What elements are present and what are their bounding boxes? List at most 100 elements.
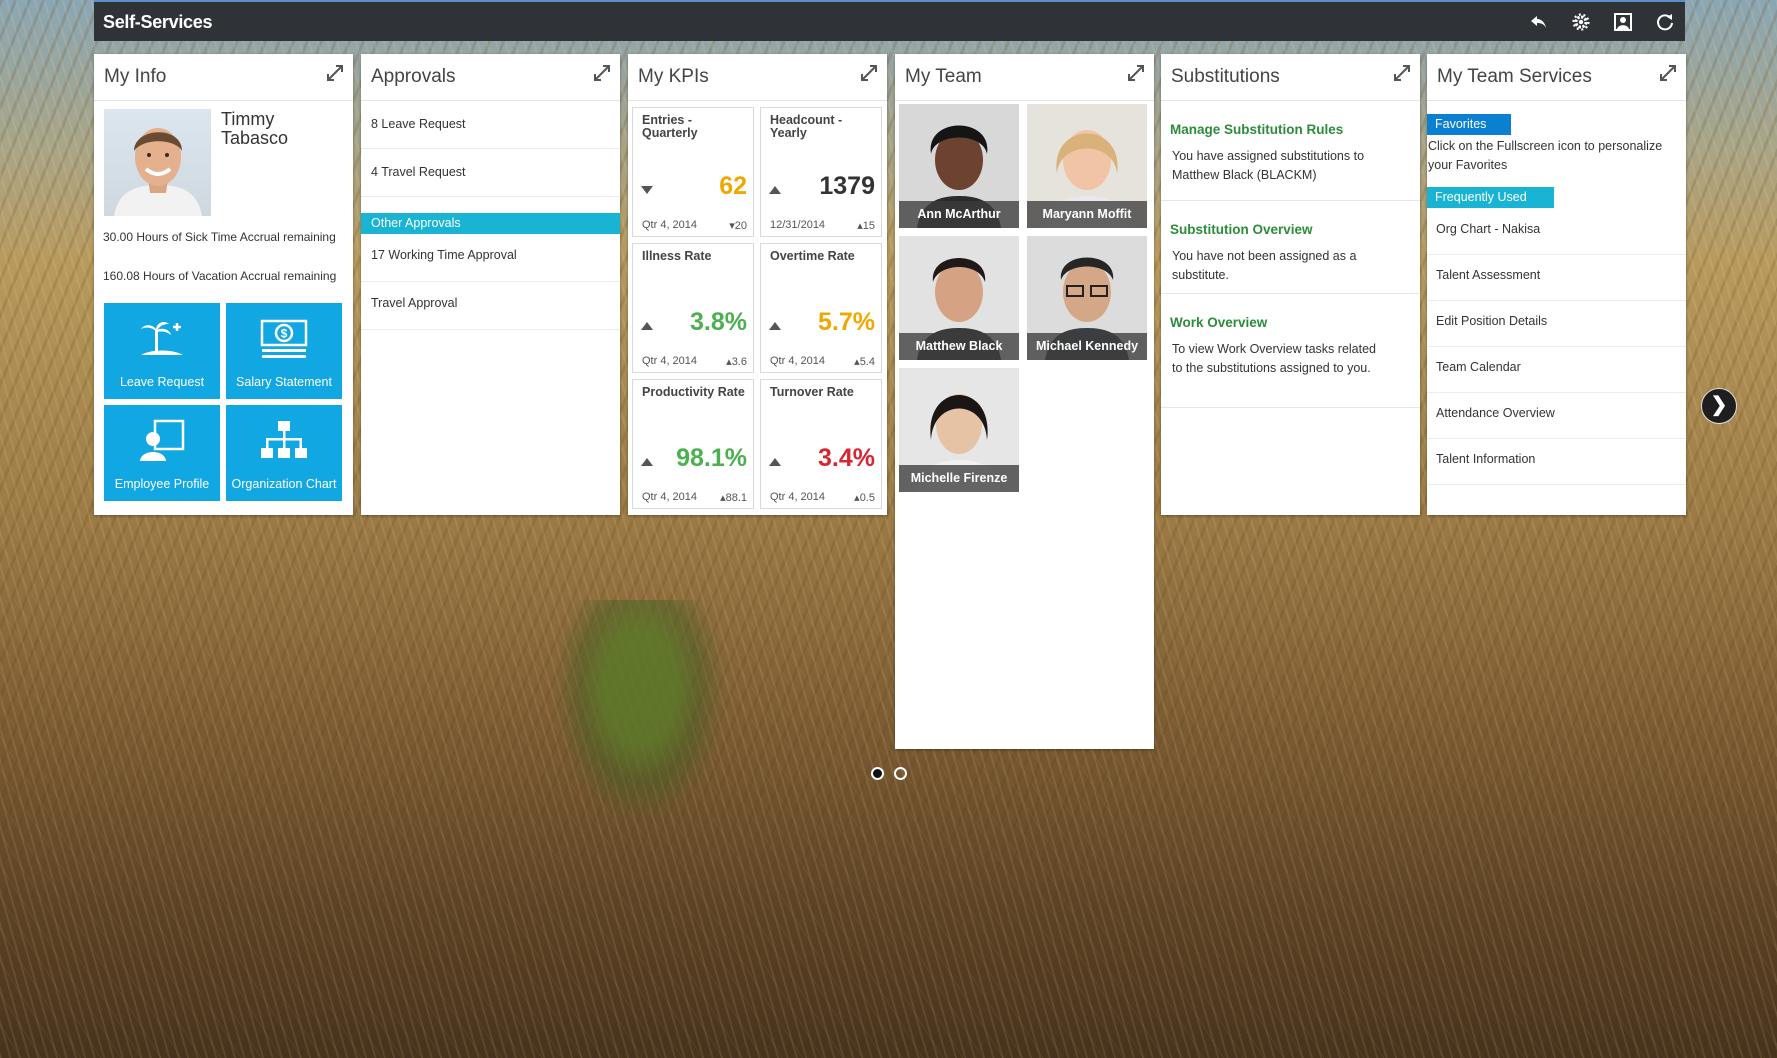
kpi-period: Qtr 4, 2014 [642, 219, 698, 231]
approval-item-working-time[interactable]: 17 Working Time Approval [361, 234, 620, 282]
other-approvals-header: Other Approvals [361, 213, 620, 234]
team-member-card[interactable]: Matthew Black [899, 236, 1019, 360]
kpi-card[interactable]: Entries - Quarterly 62 Qtr 4, 2014 ▾20 [632, 107, 754, 237]
service-item[interactable]: Talent Assessment [1427, 255, 1686, 301]
member-name: Maryann Moffit [1027, 201, 1147, 228]
kpi-delta: ▴15 [857, 220, 875, 232]
service-item[interactable]: Talent Information [1427, 439, 1686, 485]
my-team-tile[interactable]: My Team Ann McArthur Maryann Moffit Matt… [895, 54, 1154, 749]
my-info-tile[interactable]: My Info Timmy Tabasco 30.00 Hours of Sic… [94, 54, 353, 515]
favorites-badge: Favorites [1427, 114, 1511, 135]
expand-icon[interactable] [326, 64, 344, 82]
expand-icon[interactable] [1659, 64, 1677, 82]
kpi-delta: ▴3.6 [726, 356, 747, 368]
substitution-overview-link[interactable]: Substitution Overview [1170, 222, 1313, 237]
approval-item-travel-approval[interactable]: Travel Approval [361, 282, 620, 330]
kpi-trend-icon [769, 322, 781, 330]
sick-time-accrual: 30.00 Hours of Sick Time Accrual remaini… [103, 230, 336, 244]
kpi-value: 3.8% [690, 308, 747, 336]
approvals-tile[interactable]: Approvals 8 Leave Request 4 Travel Reque… [361, 54, 620, 515]
page-dot-1[interactable] [871, 767, 884, 780]
kpi-value: 62 [719, 172, 747, 200]
tile-title: My Team Services [1437, 66, 1592, 87]
kpi-value: 98.1% [676, 444, 747, 472]
kpi-card[interactable]: Productivity Rate 98.1% Qtr 4, 2014 ▴88.1 [632, 379, 754, 509]
kpi-title: Entries - Quarterly [642, 113, 698, 140]
kpi-period: Qtr 4, 2014 [770, 491, 826, 503]
member-name: Matthew Black [899, 333, 1019, 360]
team-member-card[interactable]: Maryann Moffit [1027, 104, 1147, 228]
app-tile-label: Employee Profile [114, 477, 210, 491]
organization-chart-tile[interactable]: Organization Chart [226, 405, 342, 501]
kpi-period: Qtr 4, 2014 [642, 355, 698, 367]
tile-title: My Info [104, 66, 167, 87]
profile-icon [140, 419, 185, 461]
salary-statement-tile[interactable]: $ Salary Statement [226, 303, 342, 399]
service-item[interactable]: Attendance Overview [1427, 393, 1686, 439]
tile-title: My Team [905, 66, 982, 87]
team-member-card[interactable]: Michael Kennedy [1027, 236, 1147, 360]
employee-profile-tile[interactable]: Employee Profile [104, 405, 220, 501]
profile-name: Timmy Tabasco [221, 109, 289, 148]
member-name: Michelle Firenze [899, 465, 1019, 492]
expand-icon[interactable] [860, 64, 878, 82]
my-kpis-tile[interactable]: My KPIs Entries - Quarterly 62 Qtr 4, 2014… [628, 54, 887, 515]
background-foliage [555, 600, 725, 820]
team-member-card[interactable]: Michelle Firenze [899, 368, 1019, 492]
favorites-hint: Click on the Fullscreen icon to personal… [1428, 139, 1663, 172]
back-icon[interactable] [1527, 10, 1551, 34]
my-team-services-tile[interactable]: My Team Services Favorites Click on the … [1427, 54, 1686, 515]
app-tile-label: Organization Chart [231, 477, 337, 491]
approval-item-travel[interactable]: 4 Travel Request [361, 149, 620, 197]
settings-icon[interactable] [1569, 10, 1593, 34]
expand-icon[interactable] [593, 64, 611, 82]
palm-tree-icon [141, 321, 183, 355]
substitution-block: Work Overview To view Work Overview task… [1161, 294, 1420, 408]
expand-icon[interactable] [1393, 64, 1411, 82]
kpi-trend-icon [769, 186, 781, 194]
service-item[interactable]: Edit Position Details [1427, 301, 1686, 347]
substitution-text: You have not been assigned as a substitu… [1172, 249, 1357, 282]
shell-header: Self-Services [94, 0, 1685, 41]
tile-title: My KPIs [638, 66, 709, 87]
substitutions-tile[interactable]: Substitutions Manage Substitution Rules … [1161, 54, 1420, 515]
app-title: Self-Services [103, 12, 213, 32]
kpi-title: Headcount - Yearly [770, 113, 843, 140]
kpi-card[interactable]: Headcount - Yearly 1379 12/31/2014 ▴15 [760, 107, 882, 237]
substitution-block: Manage Substitution Rules You have assig… [1161, 101, 1420, 201]
substitution-block: Substitution Overview You have not been … [1161, 201, 1420, 294]
kpi-card[interactable]: Illness Rate 3.8% Qtr 4, 2014 ▴3.6 [632, 243, 754, 373]
kpi-title: Illness Rate [642, 249, 712, 263]
kpi-value: 1379 [819, 172, 875, 200]
work-overview-link[interactable]: Work Overview [1170, 315, 1267, 330]
next-page-arrow-icon[interactable]: ❯ [1701, 388, 1737, 424]
tile-title: Approvals [371, 66, 456, 87]
svg-text:$: $ [281, 327, 288, 341]
kpi-period: Qtr 4, 2014 [770, 355, 826, 367]
service-item[interactable]: Team Calendar [1427, 347, 1686, 393]
kpi-delta: ▴5.4 [854, 356, 875, 368]
kpi-trend-icon [641, 458, 653, 466]
manage-substitution-rules-link[interactable]: Manage Substitution Rules [1170, 122, 1343, 137]
approval-item-leave[interactable]: 8 Leave Request [361, 101, 620, 149]
page-dot-2[interactable] [894, 767, 907, 780]
kpi-delta: ▾20 [729, 220, 747, 232]
kpi-title: Productivity Rate [642, 385, 745, 399]
kpi-value: 5.7% [818, 308, 875, 336]
refresh-icon[interactable] [1653, 10, 1677, 34]
app-tile-label: Salary Statement [236, 375, 332, 389]
kpi-card[interactable]: Overtime Rate 5.7% Qtr 4, 2014 ▴5.4 [760, 243, 882, 373]
kpi-card[interactable]: Turnover Rate 3.4% Qtr 4, 2014 ▴0.5 [760, 379, 882, 509]
team-member-card[interactable]: Ann McArthur [899, 104, 1019, 228]
kpi-value: 3.4% [818, 444, 875, 472]
service-item[interactable]: Org Chart - Nakisa [1427, 209, 1686, 255]
personalize-icon[interactable] [1611, 10, 1635, 34]
frequently-used-badge: Frequently Used [1427, 187, 1554, 208]
vacation-accrual: 160.08 Hours of Vacation Accrual remaini… [103, 269, 337, 283]
leave-request-tile[interactable]: Leave Request [104, 303, 220, 399]
expand-icon[interactable] [1127, 64, 1145, 82]
org-chart-icon [261, 421, 307, 458]
money-icon: $ [260, 319, 308, 358]
kpi-delta: ▴88.1 [720, 492, 747, 504]
kpi-period: Qtr 4, 2014 [642, 491, 698, 503]
